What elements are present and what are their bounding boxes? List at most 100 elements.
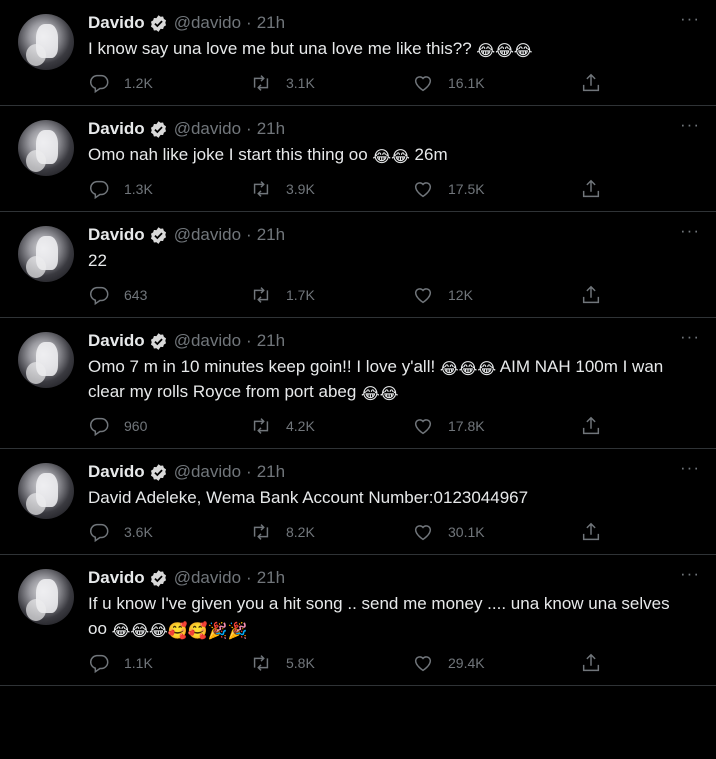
verified-badge-icon xyxy=(149,226,168,245)
retweet-icon xyxy=(253,287,269,303)
reply-button[interactable]: 643 xyxy=(88,284,250,306)
tweet[interactable]: Davido @davido · 21h ··· Omo 7 m in 10 m… xyxy=(0,318,716,449)
display-name[interactable]: Davido xyxy=(88,119,145,139)
separator-dot: · xyxy=(246,225,252,244)
tweet-text-segment: David Adeleke, Wema Bank Account Number:… xyxy=(88,488,529,507)
tweet[interactable]: Davido @davido · 21h ··· I know say una … xyxy=(0,0,716,106)
share-button[interactable] xyxy=(580,521,602,543)
share-icon xyxy=(582,653,600,672)
verified-badge-icon xyxy=(149,332,168,351)
retweet-count: 4.2K xyxy=(286,418,315,434)
like-count: 16.1K xyxy=(448,75,485,91)
retweet-icon xyxy=(253,524,269,540)
share-icon xyxy=(582,285,600,304)
share-button[interactable] xyxy=(580,652,602,674)
retweet-button[interactable]: 8.2K xyxy=(250,521,412,543)
user-handle[interactable]: @davido xyxy=(174,462,241,482)
more-options-icon[interactable]: ··· xyxy=(680,328,700,345)
heart-icon xyxy=(414,288,432,304)
retweet-button[interactable]: 5.8K xyxy=(250,652,412,674)
avatar[interactable] xyxy=(18,120,74,176)
more-options-icon[interactable]: ··· xyxy=(680,116,700,133)
like-button[interactable]: 17.8K xyxy=(412,415,580,437)
tweet-header: Davido @davido · 21h xyxy=(88,118,700,140)
share-button[interactable] xyxy=(580,72,602,94)
tweet-header: Davido @davido · 21h xyxy=(88,330,700,352)
verified-badge-icon xyxy=(149,569,168,588)
display-name[interactable]: Davido xyxy=(88,568,145,588)
reply-count: 1.1K xyxy=(124,655,153,671)
reply-button[interactable]: 3.6K xyxy=(88,521,250,543)
user-handle[interactable]: @davido xyxy=(174,568,241,588)
share-icon xyxy=(582,179,600,198)
tweet-header: Davido @davido · 21h xyxy=(88,567,700,589)
user-handle[interactable]: @davido xyxy=(174,331,241,351)
like-button[interactable]: 16.1K xyxy=(412,72,580,94)
tweet-text-segment: Omo nah like joke I start this thing oo xyxy=(88,145,373,164)
reply-count: 643 xyxy=(124,287,148,303)
share-icon xyxy=(582,73,600,92)
share-icon xyxy=(582,416,600,435)
reply-button[interactable]: 960 xyxy=(88,415,250,437)
tweet[interactable]: Davido @davido · 21h ··· Omo nah like jo… xyxy=(0,106,716,212)
avatar[interactable] xyxy=(18,332,74,388)
more-options-icon[interactable]: ··· xyxy=(680,10,700,27)
avatar[interactable] xyxy=(18,14,74,70)
tweet[interactable]: Davido @davido · 21h ··· If u know I've … xyxy=(0,555,716,686)
heart-icon xyxy=(414,656,432,672)
more-options-icon[interactable]: ··· xyxy=(680,565,700,582)
tweet-timestamp[interactable]: 21h xyxy=(257,119,285,139)
more-options-icon[interactable]: ··· xyxy=(680,459,700,476)
reply-icon xyxy=(90,286,109,306)
display-name[interactable]: Davido xyxy=(88,13,145,33)
like-button[interactable]: 30.1K xyxy=(412,521,580,543)
user-handle[interactable]: @davido xyxy=(174,225,241,245)
retweet-count: 3.9K xyxy=(286,181,315,197)
verified-badge-icon xyxy=(149,14,168,33)
tweet-header: Davido @davido · 21h xyxy=(88,224,700,246)
user-handle[interactable]: @davido xyxy=(174,13,241,33)
tweet[interactable]: Davido @davido · 21h ··· David Adeleke, … xyxy=(0,449,716,555)
retweet-button[interactable]: 3.1K xyxy=(250,72,412,94)
retweet-button[interactable]: 4.2K xyxy=(250,415,412,437)
tweet[interactable]: Davido @davido · 21h ··· 22 643 1.7K 12K xyxy=(0,212,716,318)
like-button[interactable]: 12K xyxy=(412,284,580,306)
retweet-button[interactable]: 1.7K xyxy=(250,284,412,306)
tweet-text-segment: 22 xyxy=(88,251,107,270)
tweet-timestamp[interactable]: 21h xyxy=(257,462,285,482)
display-name[interactable]: Davido xyxy=(88,225,145,245)
tweet-actions: 1.2K 3.1K 16.1K xyxy=(88,69,700,97)
tweet-actions: 3.6K 8.2K 30.1K xyxy=(88,518,700,546)
like-button[interactable]: 17.5K xyxy=(412,178,580,200)
like-button[interactable]: 29.4K xyxy=(412,652,580,674)
reply-count: 1.2K xyxy=(124,75,153,91)
retweet-icon xyxy=(253,655,269,671)
share-button[interactable] xyxy=(580,178,602,200)
emoji: 😂😂😂 xyxy=(476,43,533,60)
avatar[interactable] xyxy=(18,569,74,625)
display-name[interactable]: Davido xyxy=(88,462,145,482)
reply-button[interactable]: 1.2K xyxy=(88,72,250,94)
tweet-timestamp[interactable]: 21h xyxy=(257,13,285,33)
retweet-count: 8.2K xyxy=(286,524,315,540)
reply-button[interactable]: 1.3K xyxy=(88,178,250,200)
reply-button[interactable]: 1.1K xyxy=(88,652,250,674)
tweet-timestamp[interactable]: 21h xyxy=(257,331,285,351)
retweet-button[interactable]: 3.9K xyxy=(250,178,412,200)
display-name[interactable]: Davido xyxy=(88,331,145,351)
like-count: 17.8K xyxy=(448,418,485,434)
like-count: 12K xyxy=(448,287,473,303)
user-handle[interactable]: @davido xyxy=(174,119,241,139)
tweet-feed: Davido @davido · 21h ··· I know say una … xyxy=(0,0,716,686)
share-button[interactable] xyxy=(580,284,602,306)
share-button[interactable] xyxy=(580,415,602,437)
avatar[interactable] xyxy=(18,463,74,519)
tweet-timestamp[interactable]: 21h xyxy=(257,225,285,245)
tweet-actions: 1.1K 5.8K 29.4K xyxy=(88,649,700,677)
tweet-text: I know say una love me but una love me l… xyxy=(88,36,700,61)
verified-badge-icon xyxy=(149,120,168,139)
more-options-icon[interactable]: ··· xyxy=(680,222,700,239)
tweet-timestamp[interactable]: 21h xyxy=(257,568,285,588)
avatar[interactable] xyxy=(18,226,74,282)
tweet-text-segment: 26m xyxy=(409,145,448,164)
